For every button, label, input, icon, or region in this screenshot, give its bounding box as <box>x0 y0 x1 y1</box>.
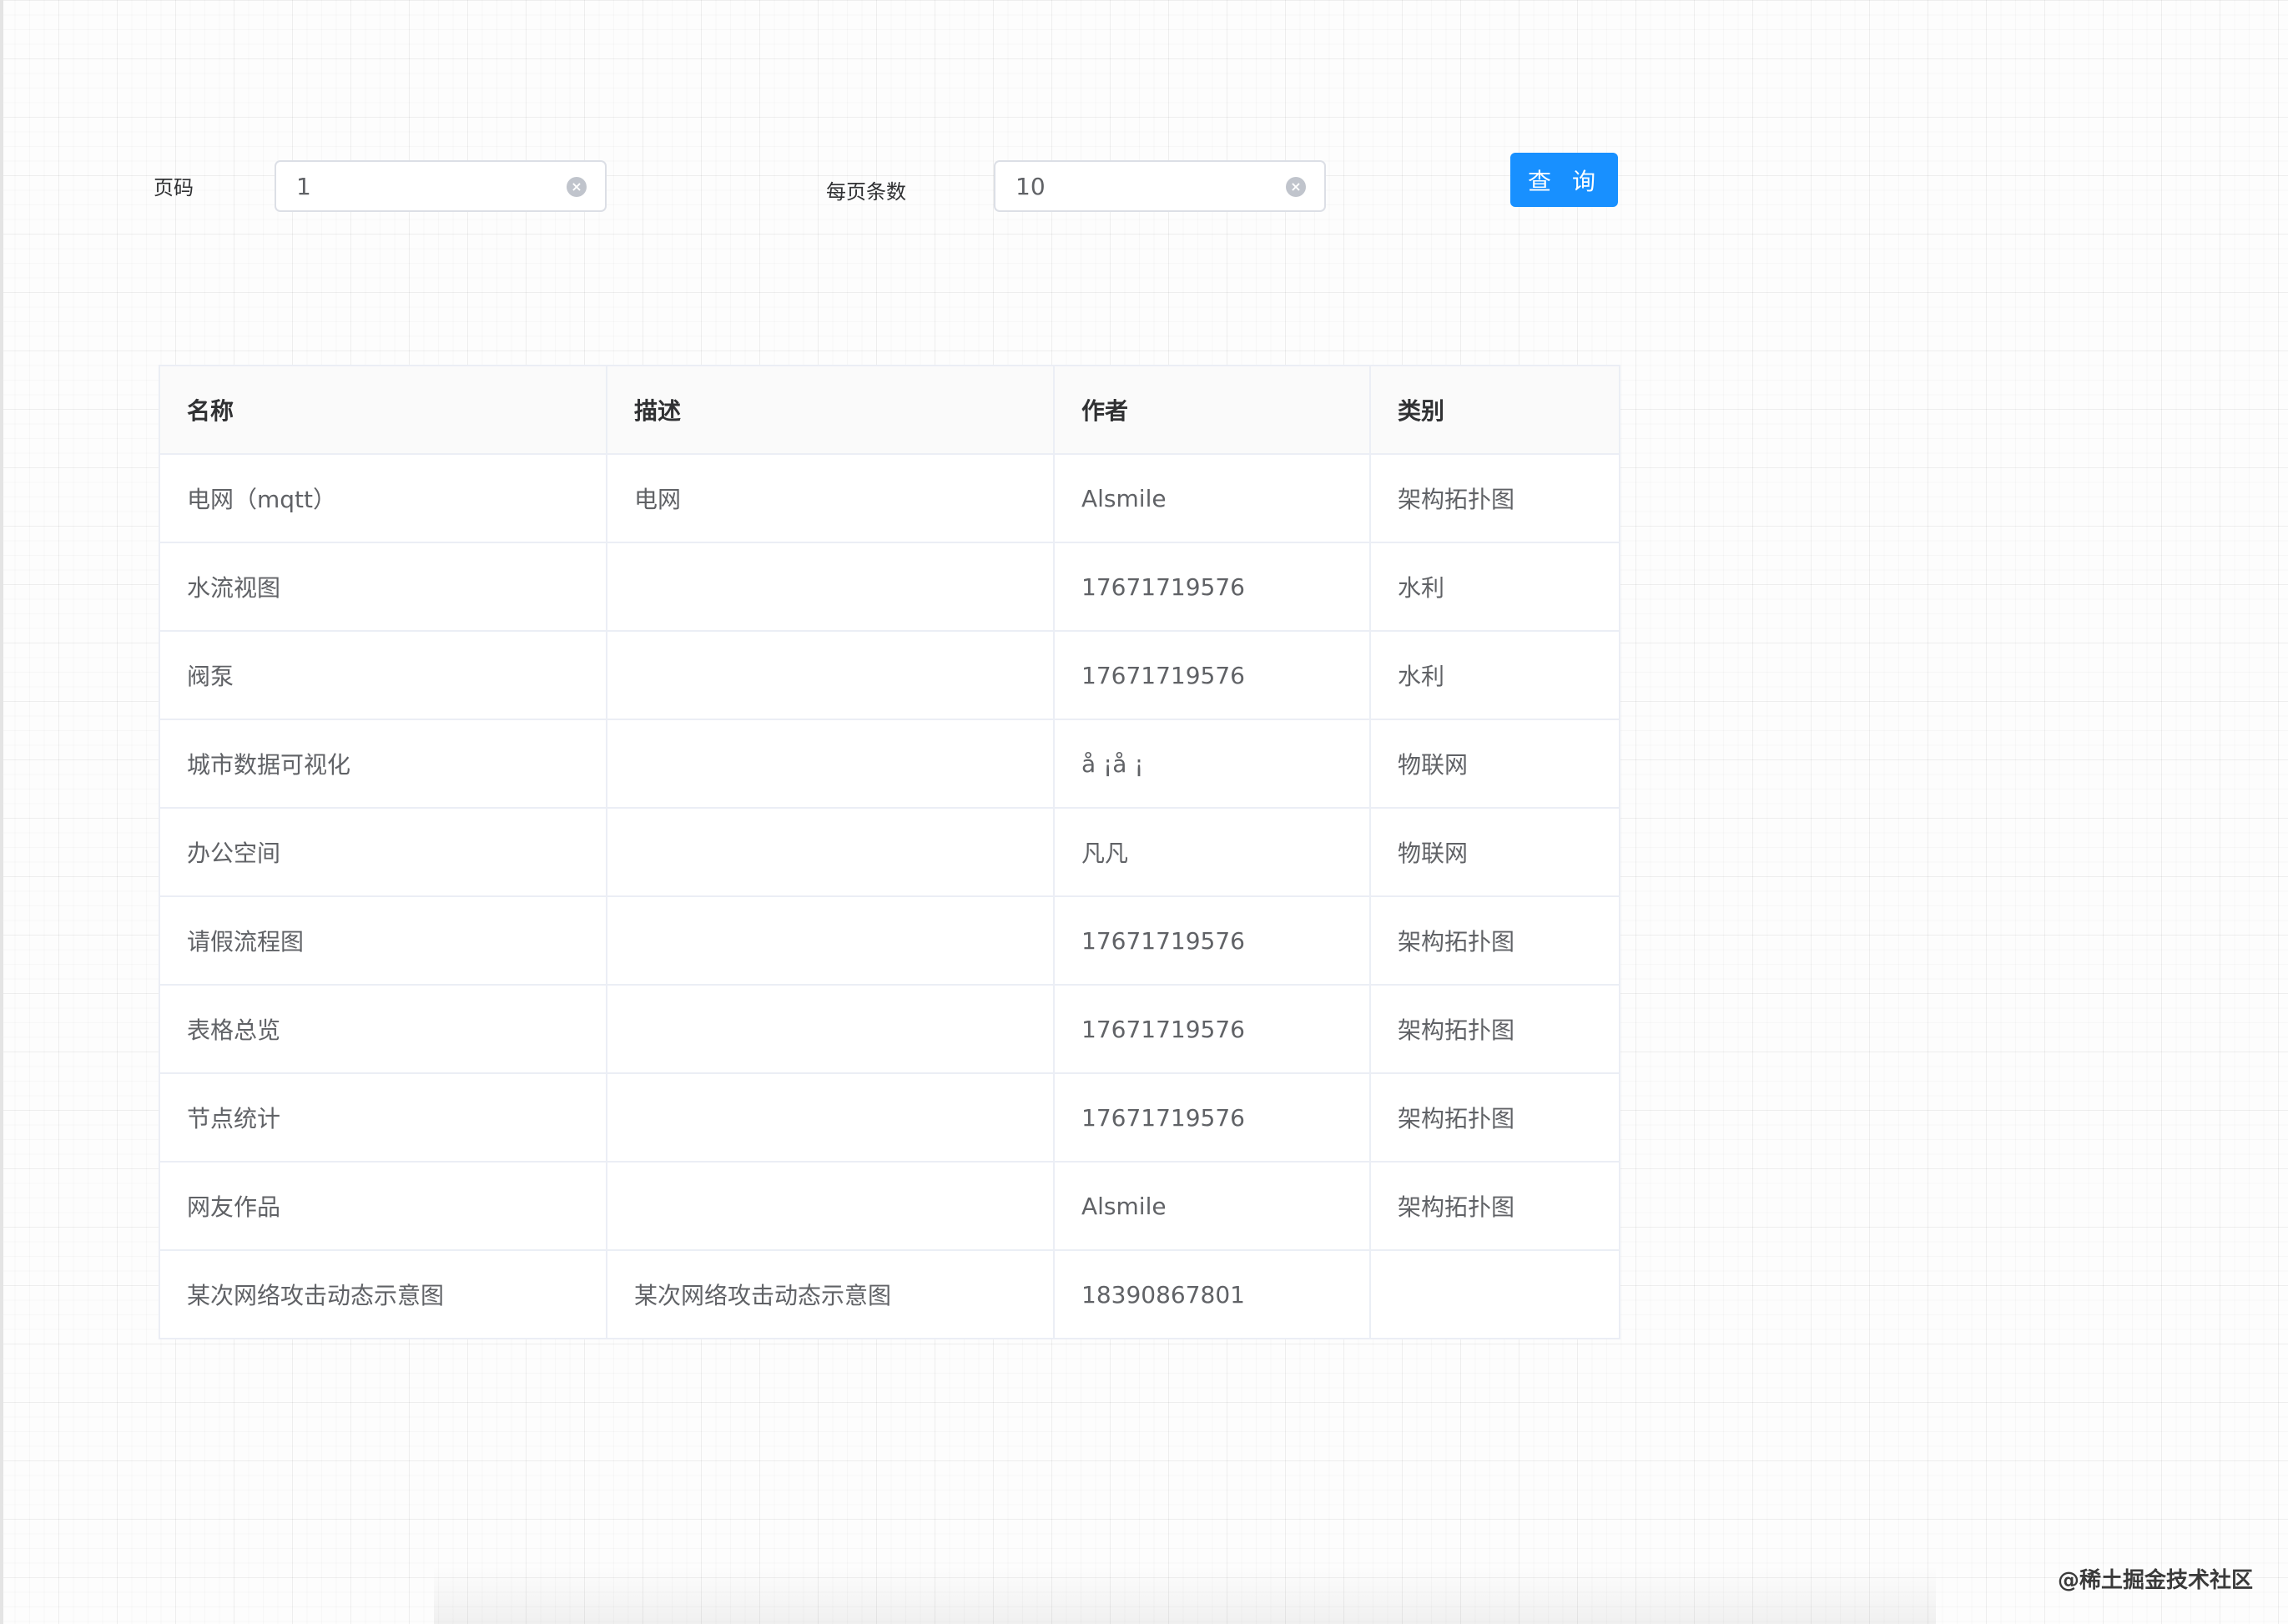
cell-description <box>606 719 1055 809</box>
cell-author: 17671719576 <box>1053 984 1371 1074</box>
cell-author: Alsmile <box>1053 1161 1371 1251</box>
cell-author: 17671719576 <box>1053 895 1371 986</box>
query-button[interactable]: 查 询 <box>1510 153 1618 207</box>
cell-category: 水利 <box>1369 630 1620 720</box>
cell-author: 凡凡 <box>1053 807 1371 897</box>
cell-category: 水利 <box>1369 542 1620 632</box>
cell-author: 17671719576 <box>1053 1072 1371 1163</box>
table-row[interactable]: 表格总览 17671719576 架构拓扑图 <box>159 984 1620 1074</box>
column-header-description: 描述 <box>606 365 1055 455</box>
cell-name: 城市数据可视化 <box>159 719 607 809</box>
cell-author: 17671719576 <box>1053 630 1371 720</box>
cell-category: 物联网 <box>1369 807 1620 897</box>
left-border <box>0 0 3 1624</box>
page-size-field[interactable]: × <box>994 160 1326 212</box>
cell-name: 水流视图 <box>159 542 607 632</box>
page-number-input[interactable] <box>276 162 605 210</box>
table-row[interactable]: 阀泵 17671719576 水利 <box>159 630 1620 720</box>
table-row[interactable]: 办公空间 凡凡 物联网 <box>159 807 1620 897</box>
table-row[interactable]: 城市数据可视化 å ¡å ¡ 物联网 <box>159 719 1620 809</box>
table-row[interactable]: 电网（mqtt） 电网 Alsmile 架构拓扑图 <box>159 453 1620 543</box>
cell-description <box>606 984 1055 1074</box>
column-header-category: 类别 <box>1369 365 1620 455</box>
page-size-input[interactable] <box>995 162 1324 210</box>
cell-category <box>1369 1249 1620 1339</box>
cell-name: 请假流程图 <box>159 895 607 986</box>
cell-name: 表格总览 <box>159 984 607 1074</box>
table-row[interactable]: 水流视图 17671719576 水利 <box>159 542 1620 632</box>
cell-category: 架构拓扑图 <box>1369 1072 1620 1163</box>
cell-description: 某次网络攻击动态示意图 <box>606 1249 1055 1339</box>
cell-category: 架构拓扑图 <box>1369 984 1620 1074</box>
bottom-shadow <box>434 1566 1936 1624</box>
cell-category: 架构拓扑图 <box>1369 895 1620 986</box>
cell-author: å ¡å ¡ <box>1053 719 1371 809</box>
cell-name: 网友作品 <box>159 1161 607 1251</box>
cell-category: 架构拓扑图 <box>1369 1161 1620 1251</box>
cell-author: 17671719576 <box>1053 542 1371 632</box>
cell-category: 物联网 <box>1369 719 1620 809</box>
circle-close-icon[interactable]: × <box>1286 177 1306 197</box>
cell-name: 节点统计 <box>159 1072 607 1163</box>
table-row[interactable]: 网友作品 Alsmile 架构拓扑图 <box>159 1161 1620 1251</box>
cell-description <box>606 630 1055 720</box>
data-table: 名称 描述 作者 类别 电网（mqtt） 电网 Alsmile 架构拓扑图 水流… <box>159 365 1620 1339</box>
table-row[interactable]: 某次网络攻击动态示意图 某次网络攻击动态示意图 18390867801 <box>159 1249 1620 1339</box>
circle-close-icon[interactable]: × <box>567 177 587 197</box>
page-size-label: 每页条数 <box>826 180 906 204</box>
column-header-author: 作者 <box>1053 365 1371 455</box>
cell-name: 阀泵 <box>159 630 607 720</box>
cell-category: 架构拓扑图 <box>1369 453 1620 543</box>
cell-name: 办公空间 <box>159 807 607 897</box>
cell-description <box>606 1161 1055 1251</box>
page-number-field[interactable]: × <box>275 160 607 212</box>
page-number-label: 页码 <box>154 176 194 199</box>
cell-description <box>606 542 1055 632</box>
table-header-row: 名称 描述 作者 类别 <box>159 365 1620 455</box>
column-header-name: 名称 <box>159 365 607 455</box>
cell-author: Alsmile <box>1053 453 1371 543</box>
cell-description: 电网 <box>606 453 1055 543</box>
watermark: @稀土掘金技术社区 <box>2057 1568 2253 1593</box>
cell-name: 某次网络攻击动态示意图 <box>159 1249 607 1339</box>
table-row[interactable]: 节点统计 17671719576 架构拓扑图 <box>159 1072 1620 1163</box>
cell-name: 电网（mqtt） <box>159 453 607 543</box>
table-row[interactable]: 请假流程图 17671719576 架构拓扑图 <box>159 895 1620 986</box>
cell-description <box>606 807 1055 897</box>
cell-description <box>606 895 1055 986</box>
cell-author: 18390867801 <box>1053 1249 1371 1339</box>
cell-description <box>606 1072 1055 1163</box>
